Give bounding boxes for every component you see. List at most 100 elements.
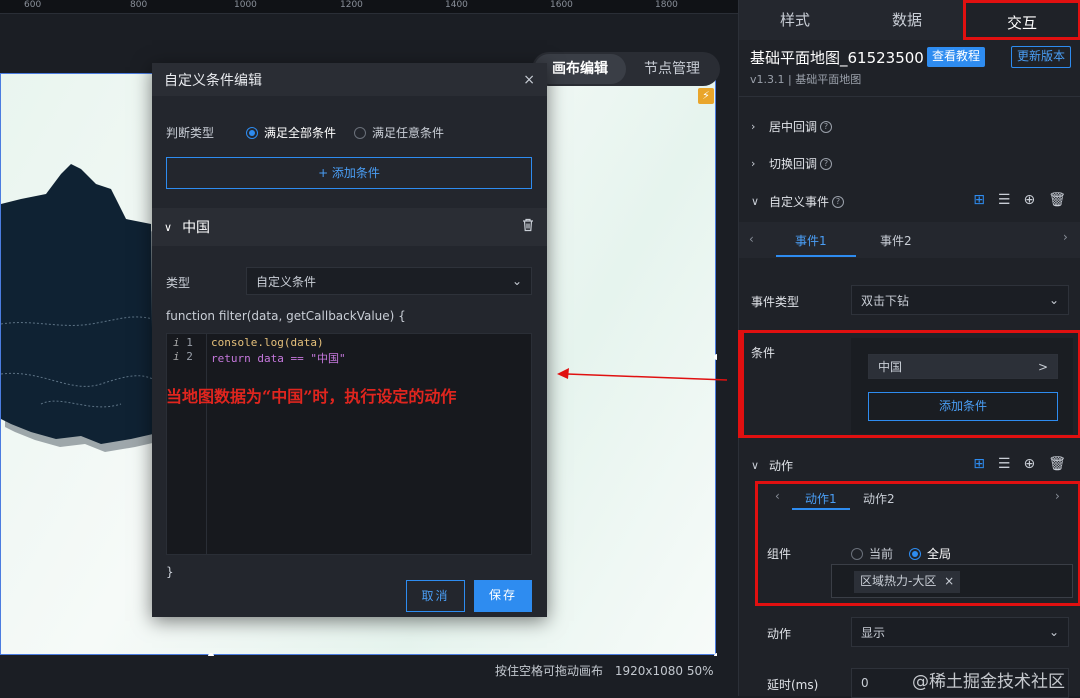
event-type-select[interactable]: 双击下钻 ⌄ <box>851 285 1069 315</box>
add-condition-button[interactable]: + 添加条件 <box>166 157 532 189</box>
section-label: 切换回调 <box>769 157 818 171</box>
option-all-label[interactable]: 满足全部条件 <box>264 124 336 141</box>
section-center-callback[interactable]: › 居中回调? <box>751 118 833 135</box>
section-label: 居中回调 <box>769 120 818 134</box>
action-select[interactable]: 显示 ⌄ <box>851 617 1069 647</box>
tab-event-1[interactable]: 事件1 <box>795 232 827 249</box>
chevron-down-icon: ∨ <box>751 459 760 472</box>
code-editor[interactable]: i 1 i 2 console.log(data) return data ==… <box>166 333 532 555</box>
tab-style[interactable]: 样式 <box>739 0 851 40</box>
scope-global-label[interactable]: 全局 <box>927 545 951 562</box>
add-icon[interactable]: ⊕ <box>1023 192 1035 208</box>
next-icon[interactable]: › <box>1063 230 1068 244</box>
section-switch-callback[interactable]: › 切换回调? <box>751 155 833 172</box>
close-icon[interactable]: × <box>944 574 954 588</box>
code-line: console.log(data) <box>211 336 324 349</box>
ruler-tick: 1200 <box>340 0 363 10</box>
panel-add-condition-button[interactable]: 添加条件 <box>868 392 1058 421</box>
collapse-icon[interactable]: ⊞ <box>973 456 985 472</box>
next-icon[interactable]: › <box>1055 489 1060 503</box>
section-custom-event[interactable]: ∨ 自定义事件? <box>751 193 845 210</box>
close-icon[interactable]: × <box>523 72 535 88</box>
chevron-down-icon: ∨ <box>751 195 760 208</box>
action-tabs: ‹ 动作1 动作2 › <box>767 486 1073 511</box>
section-action[interactable]: ∨ 动作 <box>751 457 793 474</box>
list-icon[interactable]: ☰ <box>998 456 1011 472</box>
chevron-down-icon: ⌄ <box>1048 293 1059 307</box>
add-icon[interactable]: ⊕ <box>1023 456 1035 472</box>
event-tabs: ‹ 事件1 事件2 › <box>739 222 1080 258</box>
canvas-resolution: 1920x1080 50% <box>614 664 714 678</box>
trash-icon[interactable]: 🗑 <box>1048 192 1066 208</box>
tab-node-manage[interactable]: 节点管理 <box>626 54 718 84</box>
scope-current-label[interactable]: 当前 <box>869 545 893 562</box>
action-value: 显示 <box>861 625 886 640</box>
prev-icon[interactable]: ‹ <box>775 489 780 503</box>
section-label: 动作 <box>769 459 794 473</box>
tab-indicator <box>792 508 850 510</box>
type-value: 自定义条件 <box>256 274 317 289</box>
tab-interaction[interactable]: 交互 <box>963 0 1080 40</box>
tab-action-1[interactable]: 动作1 <box>805 490 837 507</box>
component-label: 组件 <box>767 547 792 561</box>
event-type-label: 事件类型 <box>751 295 800 309</box>
component-tag: 区域热力-大区 × <box>854 571 961 593</box>
chevron-right-icon: > <box>1037 359 1048 374</box>
event-toolbar: ⊞ ☰ ⊕ 🗑 <box>973 192 1066 208</box>
ruler-tick: 800 <box>130 0 148 10</box>
radio-any[interactable] <box>354 126 367 139</box>
condition-header[interactable]: ∨ 中国 <box>152 208 547 246</box>
lightning-icon[interactable]: ⚡ <box>698 88 714 104</box>
condition-name: 中国 <box>182 220 211 236</box>
custom-condition-dialog: 自定义条件编辑 × 判断类型 满足全部条件 满足任意条件 + 添加条件 ∨ 中国… <box>152 63 547 617</box>
tab-event-2[interactable]: 事件2 <box>880 232 912 249</box>
cancel-button[interactable]: 取消 <box>406 580 465 612</box>
dialog-title: 自定义条件编辑 <box>164 72 262 89</box>
properties-panel: 样式 数据 交互 基础平面地图_61523500 查看教程 更新版本 v1.3.… <box>738 0 1080 698</box>
save-button[interactable]: 保存 <box>474 580 532 612</box>
component-select[interactable]: 区域热力-大区 × <box>831 564 1073 598</box>
closing-brace: } <box>166 565 174 579</box>
radio-current[interactable] <box>851 547 863 560</box>
option-any-label[interactable]: 满足任意条件 <box>372 124 444 141</box>
horizontal-ruler: 600 800 1000 1200 1400 1600 1800 <box>0 0 738 14</box>
action-toolbar: ⊞ ☰ ⊕ 🗑 <box>973 456 1066 472</box>
chevron-down-icon: ⌄ <box>1048 625 1059 639</box>
type-select[interactable]: 自定义条件 ⌄ <box>246 267 532 295</box>
radio-all[interactable] <box>246 126 258 139</box>
judge-type-row: 判断类型 满足全部条件 满足任意条件 <box>166 124 444 141</box>
highlight-edge <box>738 330 742 438</box>
drag-hint: 按住空格可拖动画布 <box>495 664 604 678</box>
trash-icon[interactable] <box>521 218 535 236</box>
judge-type-label: 判断类型 <box>166 126 215 140</box>
section-label: 自定义事件 <box>769 195 830 209</box>
ruler-tick: 1600 <box>550 0 573 10</box>
tab-action-2[interactable]: 动作2 <box>863 490 895 507</box>
status-bar: 按住空格可拖动画布 1920x1080 50% <box>495 662 714 679</box>
chevron-right-icon: › <box>751 157 756 170</box>
component-version: v1.3.1 | 基础平面地图 <box>750 73 862 86</box>
list-icon[interactable]: ☰ <box>998 192 1011 208</box>
code-line: return data == "中国" <box>211 352 346 365</box>
help-icon[interactable]: ? <box>820 120 833 133</box>
condition-item[interactable]: 中国 > <box>868 354 1058 379</box>
help-icon[interactable]: ? <box>820 157 833 170</box>
line-gutter <box>167 334 207 554</box>
tab-canvas-edit[interactable]: 画布编辑 <box>534 54 626 84</box>
collapse-icon[interactable]: ⊞ <box>973 192 985 208</box>
chevron-down-icon[interactable]: ∨ <box>164 221 172 234</box>
view-tutorial-button[interactable]: 查看教程 <box>927 47 986 67</box>
prev-icon[interactable]: ‹ <box>749 232 754 246</box>
help-icon[interactable]: ? <box>832 195 845 208</box>
annotation-arrow <box>557 368 728 381</box>
line-number: i 1 <box>173 336 193 349</box>
trash-icon[interactable]: 🗑 <box>1048 456 1066 472</box>
update-version-button[interactable]: 更新版本 <box>1011 46 1072 68</box>
function-signature: function filter(data, getCallbackValue) … <box>166 309 406 323</box>
tab-data[interactable]: 数据 <box>851 0 963 40</box>
divider <box>739 96 1080 97</box>
condition-item-label: 中国 <box>878 360 903 374</box>
type-label: 类型 <box>166 276 191 290</box>
radio-global[interactable] <box>909 547 922 560</box>
chevron-down-icon: ⌄ <box>511 274 522 288</box>
